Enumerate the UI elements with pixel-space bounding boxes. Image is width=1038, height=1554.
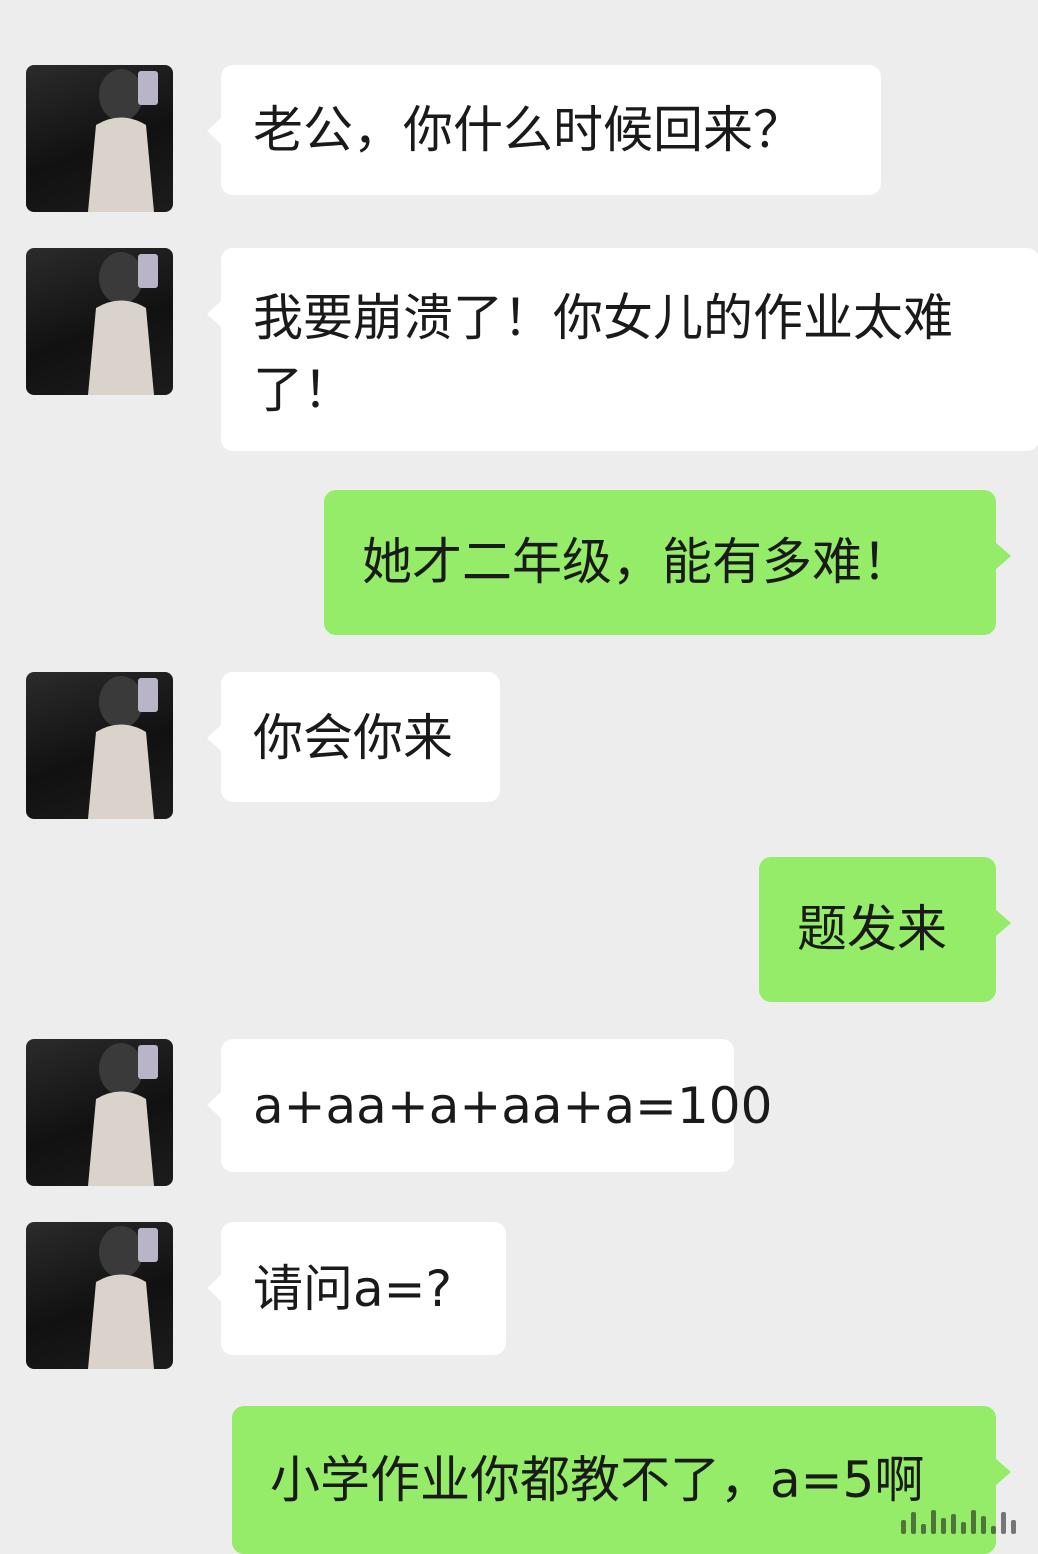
incoming-message-bubble[interactable]: 请问a=? (207, 1222, 506, 1355)
avatar-photo-icon (88, 1043, 158, 1186)
message-text: 老公，你什么时候回来？ (253, 101, 803, 159)
contact-avatar[interactable] (26, 65, 173, 212)
contact-avatar[interactable] (26, 1039, 173, 1186)
message-text: 题发来 (797, 900, 947, 958)
incoming-message-bubble[interactable]: 老公，你什么时候回来？ (207, 65, 881, 195)
incoming-message-bubble[interactable]: a+aa+a+aa+a=100 (207, 1039, 773, 1172)
incoming-message-bubble[interactable]: 你会你来 (207, 672, 500, 802)
message-text: 你会你来 (253, 709, 453, 767)
avatar-photo-icon (88, 676, 158, 819)
contact-avatar[interactable] (26, 248, 173, 395)
avatar-photo-icon (88, 1226, 158, 1369)
incoming-message-bubble[interactable]: 我要崩溃了！你女儿的作业太难了！ (207, 248, 1038, 451)
contact-avatar[interactable] (26, 672, 173, 819)
contact-avatar[interactable] (26, 1222, 173, 1369)
message-text: a+aa+a+aa+a=100 (253, 1077, 773, 1135)
message-text: 她才二年级，能有多难！ (362, 533, 912, 591)
message-text: 小学作业你都教不了，a=5啊 (270, 1451, 925, 1509)
message-text: 请问a=? (253, 1260, 453, 1318)
outgoing-message-bubble[interactable]: 题发来 (759, 857, 1011, 1002)
outgoing-message-bubble[interactable]: 小学作业你都教不了，a=5啊 (232, 1406, 1011, 1554)
avatar-photo-icon (88, 252, 158, 395)
message-text: 我要崩溃了！你女儿的作业太难了！ (253, 289, 953, 419)
watermark-logo-icon (901, 1510, 1016, 1534)
outgoing-message-bubble[interactable]: 她才二年级，能有多难！ (324, 490, 1011, 635)
avatar-photo-icon (88, 69, 158, 212)
